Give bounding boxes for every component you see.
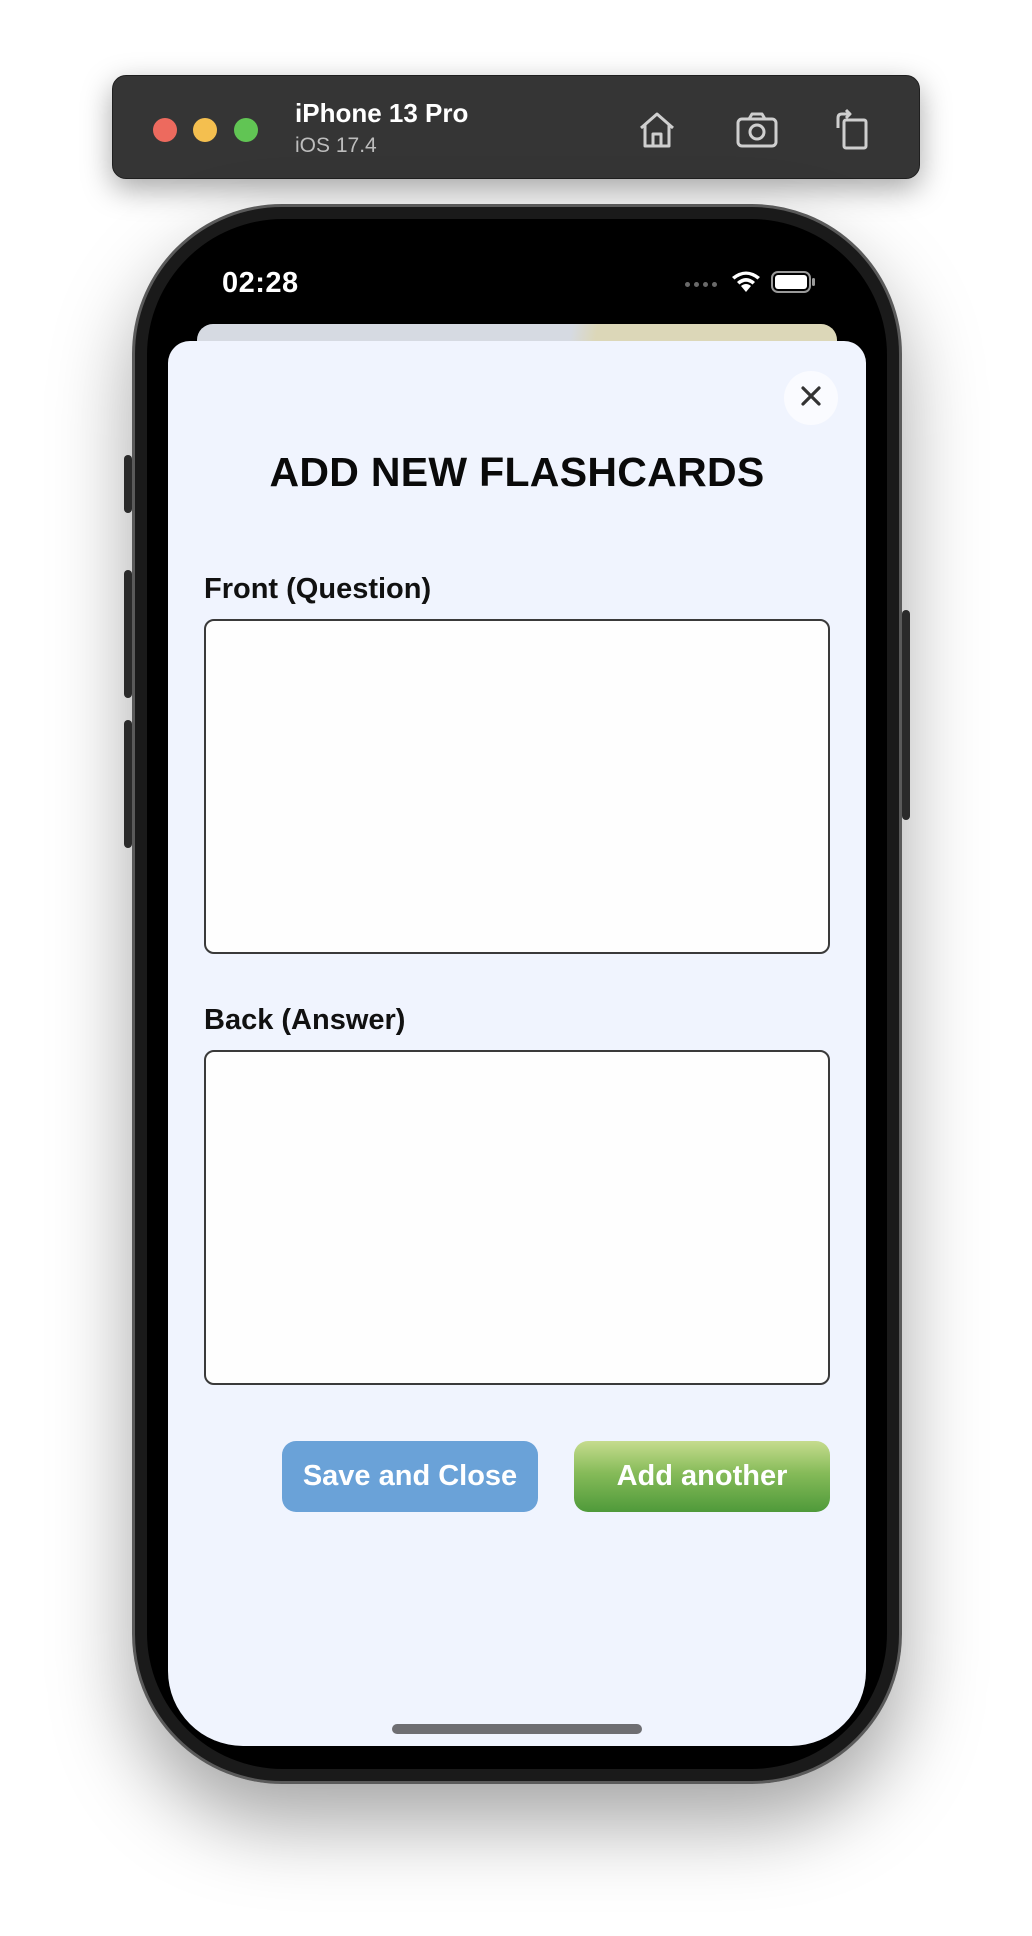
silent-switch [124,455,132,513]
close-icon [799,384,823,413]
close-button[interactable] [784,371,838,425]
screenshot-icon[interactable] [733,106,781,154]
rotate-icon[interactable] [828,106,876,154]
power-button [902,610,910,820]
simulator-toolbar: iPhone 13 Pro iOS 17.4 [112,75,920,179]
add-flashcards-modal: ADD NEW FLASHCARDS Front (Question) Back… [168,341,866,1746]
phone-screen: 02:28 ADD NEW FLASHCARDS Front (Question… [147,219,887,1769]
volume-down-button [124,720,132,848]
front-label: Front (Question) [204,573,432,605]
back-label: Back (Answer) [204,1004,406,1036]
status-icons [685,269,817,299]
volume-up-button [124,570,132,698]
zoom-window-button[interactable] [234,118,258,142]
device-name: iPhone 13 Pro [295,98,469,128]
minimize-window-button[interactable] [193,118,217,142]
save-and-close-button[interactable]: Save and Close [282,1441,538,1512]
home-icon[interactable] [633,106,681,154]
os-version: iOS 17.4 [295,134,377,157]
wifi-icon [731,270,761,299]
front-question-field[interactable] [204,619,830,954]
back-answer-field[interactable] [204,1050,830,1385]
add-another-button[interactable]: Add another [574,1441,830,1512]
signal-icon [685,281,717,287]
close-window-button[interactable] [153,118,177,142]
status-time: 02:28 [222,267,299,299]
home-indicator[interactable] [392,1724,642,1734]
page-title: ADD NEW FLASHCARDS [269,449,765,495]
battery-icon [771,270,817,299]
